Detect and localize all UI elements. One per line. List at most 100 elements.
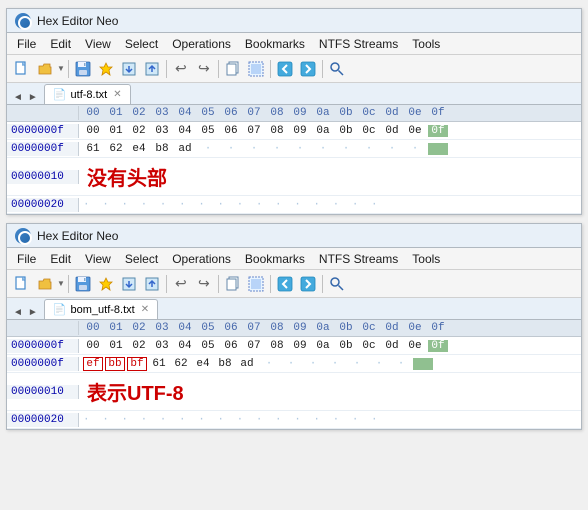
tab-close-2[interactable]: ✕ bbox=[141, 304, 149, 315]
menu-ntfs-2[interactable]: NTFS Streams bbox=[313, 250, 404, 268]
pin-button-2[interactable] bbox=[95, 273, 117, 295]
hex-row-1-0: 0000000f 00 01 02 03 04 05 06 07 08 09 0… bbox=[7, 122, 581, 140]
hcol-06: 06 bbox=[221, 107, 241, 119]
cell-dot-5: · bbox=[290, 143, 310, 155]
next-button[interactable] bbox=[297, 58, 319, 80]
redo-button-2[interactable]: ↪ bbox=[193, 273, 215, 295]
menu-view-2[interactable]: View bbox=[79, 250, 117, 268]
menu-ntfs-1[interactable]: NTFS Streams bbox=[313, 35, 404, 53]
h2col-0b: 0b bbox=[336, 322, 356, 334]
addr-header-1 bbox=[7, 106, 79, 120]
menu-edit-2[interactable]: Edit bbox=[44, 250, 77, 268]
bom-ef: ef bbox=[83, 357, 103, 371]
menu-select-1[interactable]: Select bbox=[119, 35, 164, 53]
sep-2-3 bbox=[218, 275, 219, 293]
redo-button[interactable]: ↪ bbox=[193, 58, 215, 80]
cell-2-1-6: b8 bbox=[215, 358, 235, 370]
sep-1 bbox=[68, 60, 69, 78]
cell-2-0f: 0f bbox=[428, 340, 448, 352]
menu-file-1[interactable]: File bbox=[11, 35, 42, 53]
menu-edit-1[interactable]: Edit bbox=[44, 35, 77, 53]
save-button-2[interactable] bbox=[72, 273, 94, 295]
tab-file-icon-1: 📄 bbox=[53, 88, 67, 101]
panel-1: Hex Editor Neo File Edit View Select Ope… bbox=[6, 8, 582, 215]
app-logo-icon-2 bbox=[15, 228, 31, 244]
menu-file-2[interactable]: File bbox=[11, 250, 42, 268]
addr-header-2 bbox=[7, 321, 79, 335]
menu-tools-1[interactable]: Tools bbox=[406, 35, 446, 53]
menu-bookmarks-1[interactable]: Bookmarks bbox=[239, 35, 311, 53]
copy-button-2[interactable] bbox=[222, 273, 244, 295]
tab-left-arrow[interactable]: ◄ bbox=[11, 91, 25, 104]
cell-2-1-4: 62 bbox=[171, 358, 191, 370]
cell-2-dot-6: · bbox=[369, 358, 389, 370]
open-button-2[interactable] bbox=[34, 273, 56, 295]
menu-operations-1[interactable]: Operations bbox=[166, 35, 237, 53]
open-dropdown-2[interactable]: ▼ bbox=[57, 279, 65, 288]
new-button-2[interactable] bbox=[11, 273, 33, 295]
pin-button[interactable] bbox=[95, 58, 117, 80]
copy-button[interactable] bbox=[222, 58, 244, 80]
cell-dot-10: · bbox=[405, 143, 425, 155]
export-button-2[interactable] bbox=[141, 273, 163, 295]
cell-dot-6: · bbox=[313, 143, 333, 155]
cell-2-dot-7: · bbox=[391, 358, 411, 370]
chinese-label-2: 表示UTF-8 bbox=[79, 373, 581, 410]
cell-1-1-4: ad bbox=[175, 143, 195, 155]
menu-tools-2[interactable]: Tools bbox=[406, 250, 446, 268]
menu-bar-2: File Edit View Select Operations Bookmar… bbox=[7, 248, 581, 270]
undo-button[interactable]: ↩ bbox=[170, 58, 192, 80]
hcol-03: 03 bbox=[152, 107, 172, 119]
next-button-2[interactable] bbox=[297, 273, 319, 295]
h2col-0f: 0f bbox=[428, 322, 448, 334]
tab-file-2[interactable]: 📄 bom_utf-8.txt ✕ bbox=[44, 299, 158, 319]
undo-button-2[interactable]: ↩ bbox=[170, 273, 192, 295]
prev-button-2[interactable] bbox=[274, 273, 296, 295]
chinese-label-1: 没有头部 bbox=[79, 158, 581, 195]
prev-button[interactable] bbox=[274, 58, 296, 80]
menu-operations-2[interactable]: Operations bbox=[166, 250, 237, 268]
hex-row-2-3: 00000020 · · · · · · · · · · · · · · · · bbox=[7, 411, 581, 429]
menu-select-2[interactable]: Select bbox=[119, 250, 164, 268]
search-button-2[interactable] bbox=[326, 273, 348, 295]
addr-1-0: 0000000f bbox=[7, 124, 79, 138]
cell-2-dot-1: · bbox=[259, 358, 279, 370]
import-button[interactable] bbox=[118, 58, 140, 80]
h2col-09: 09 bbox=[290, 322, 310, 334]
tab-close-1[interactable]: ✕ bbox=[113, 89, 121, 100]
cell-1-00: 00 bbox=[83, 125, 103, 137]
cell-1-0d: 0d bbox=[382, 125, 402, 137]
tab-right-arrow-2[interactable]: ► bbox=[26, 306, 40, 319]
cell-2-dot-2: · bbox=[281, 358, 301, 370]
menu-bookmarks-2[interactable]: Bookmarks bbox=[239, 250, 311, 268]
cell-2-0e: 0e bbox=[405, 340, 425, 352]
cell-dot-9: · bbox=[382, 143, 402, 155]
cell-2-1-3: 61 bbox=[149, 358, 169, 370]
tab-file-1[interactable]: 📄 utf-8.txt ✕ bbox=[44, 84, 131, 104]
cell-1-0f: 0f bbox=[428, 125, 448, 137]
select-all-button-2[interactable] bbox=[245, 273, 267, 295]
dot-area-1: · · · · · · · · · · · · · · · · bbox=[79, 198, 581, 212]
tab-right-arrow[interactable]: ► bbox=[26, 91, 40, 104]
export-button[interactable] bbox=[141, 58, 163, 80]
cell-2-01: 01 bbox=[106, 340, 126, 352]
tab-left-arrow-2[interactable]: ◄ bbox=[11, 306, 25, 319]
new-button[interactable] bbox=[11, 58, 33, 80]
select-all-button[interactable] bbox=[245, 58, 267, 80]
cell-1-1-0: 61 bbox=[83, 143, 103, 155]
addr-2-3: 00000020 bbox=[7, 413, 79, 427]
open-button[interactable] bbox=[34, 58, 56, 80]
open-dropdown[interactable]: ▼ bbox=[57, 64, 65, 73]
cell-1-1-2: e4 bbox=[129, 143, 149, 155]
sep-5 bbox=[322, 60, 323, 78]
import-button-2[interactable] bbox=[118, 273, 140, 295]
hcol-04: 04 bbox=[175, 107, 195, 119]
search-button[interactable] bbox=[326, 58, 348, 80]
h2col-01: 01 bbox=[106, 322, 126, 334]
cells-2-1: ef bb bf 61 62 e4 b8 ad · · · · · · · bbox=[79, 356, 581, 372]
menu-view-1[interactable]: View bbox=[79, 35, 117, 53]
cell-2-06: 06 bbox=[221, 340, 241, 352]
save-button[interactable] bbox=[72, 58, 94, 80]
cell-2-0a: 0a bbox=[313, 340, 333, 352]
cells-1-1: 61 62 e4 b8 ad · · · · · · · · · · bbox=[79, 142, 581, 156]
